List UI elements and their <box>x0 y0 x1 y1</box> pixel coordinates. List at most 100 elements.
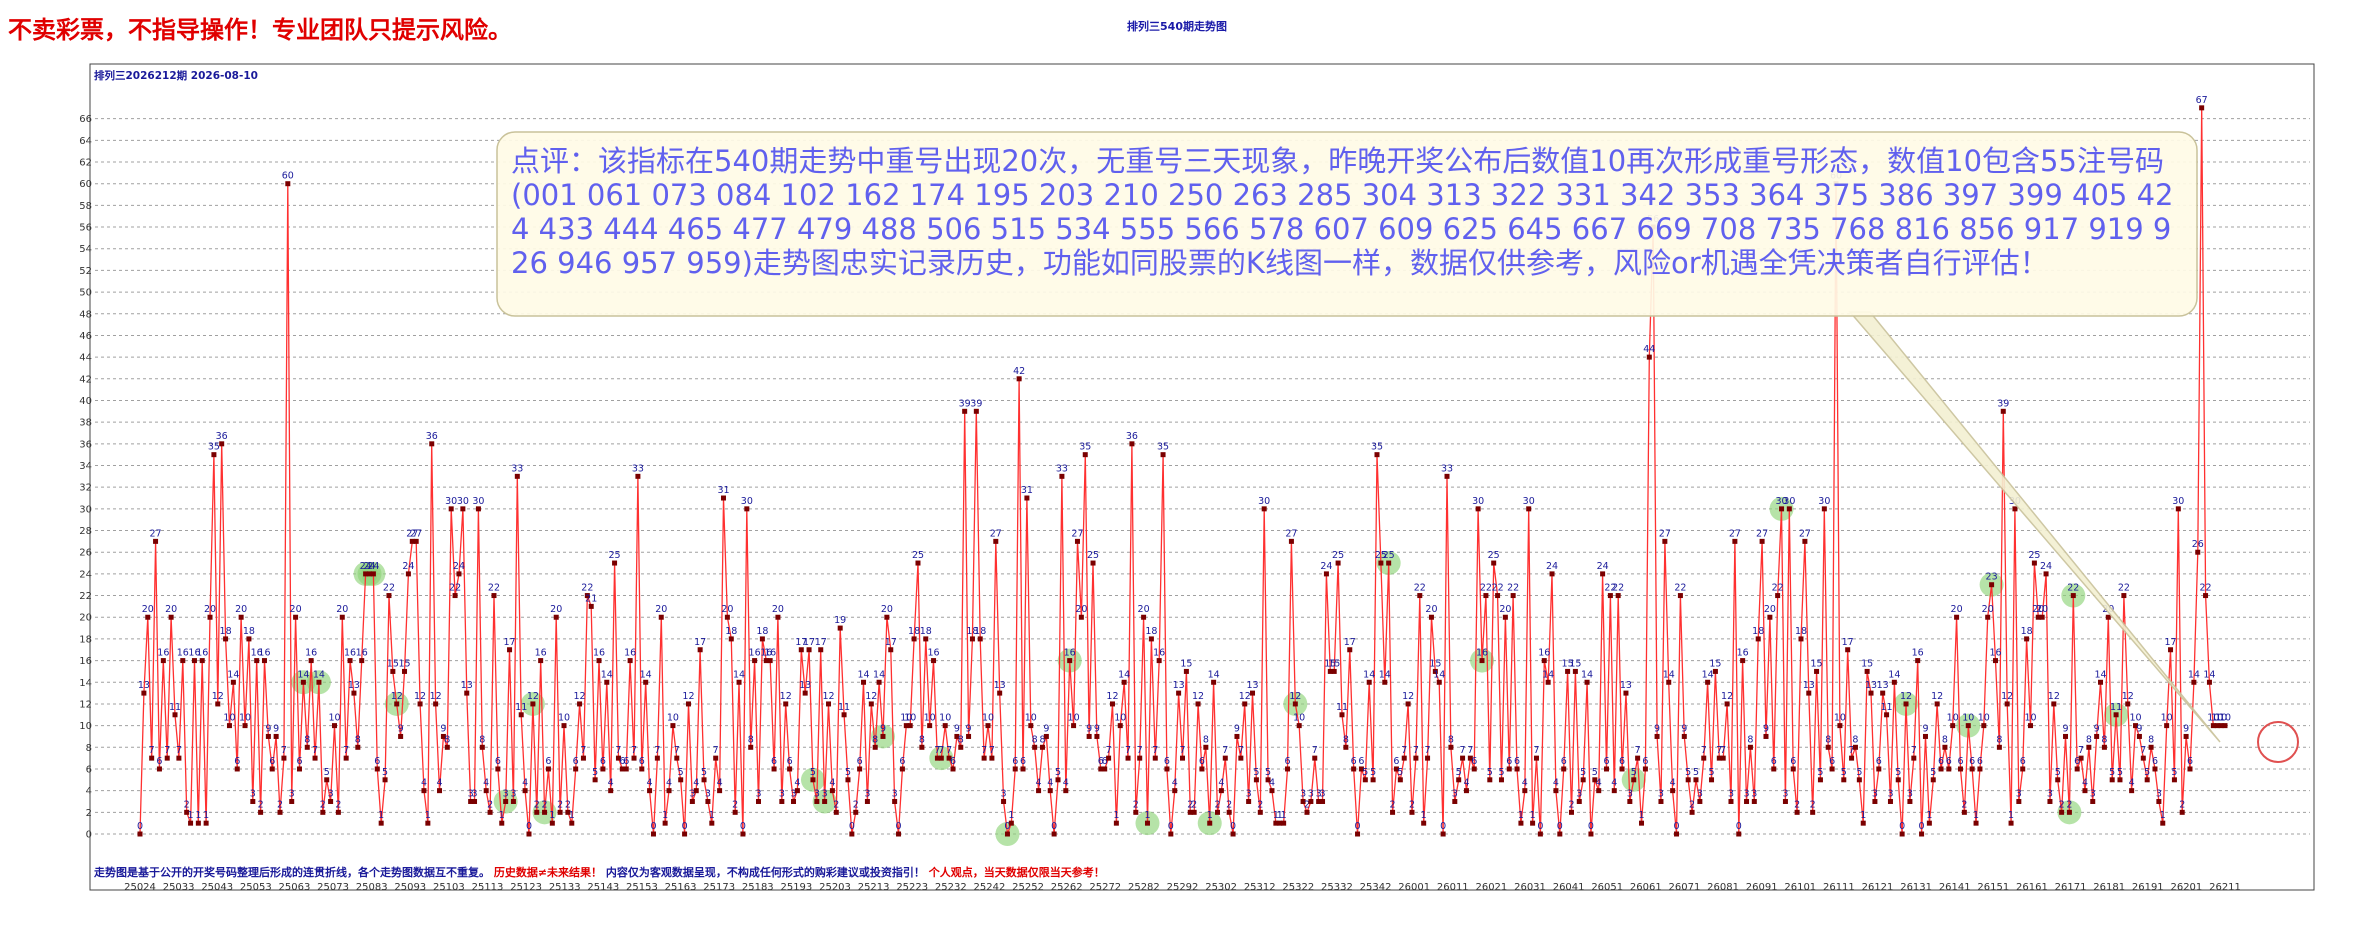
data-point <box>269 766 275 772</box>
data-point <box>390 668 396 674</box>
data-point <box>685 701 691 707</box>
data-point <box>1568 809 1574 815</box>
data-point <box>1039 744 1045 750</box>
data-label: 3 <box>1300 788 1306 799</box>
data-label: 3 <box>250 788 256 799</box>
data-label: 16 <box>177 648 189 659</box>
data-point <box>1810 809 1816 815</box>
data-label: 2 <box>833 799 839 810</box>
data-label: 30 <box>457 496 469 507</box>
data-label: 10 <box>1068 713 1080 724</box>
data-point <box>1755 636 1761 642</box>
data-point <box>662 820 668 826</box>
data-label: 8 <box>1343 734 1349 745</box>
data-label: 6 <box>1977 756 1983 767</box>
data-point <box>927 723 933 729</box>
data-point <box>720 495 726 501</box>
x-tick-label: 25302 <box>1205 882 1237 893</box>
data-label: 22 <box>449 583 461 594</box>
data-point <box>246 636 252 642</box>
data-point <box>1148 636 1154 642</box>
data-label: 2 <box>1214 799 1220 810</box>
data-label: 13 <box>1877 680 1889 691</box>
data-label: 4 <box>1047 778 1053 789</box>
data-point <box>2136 733 2142 739</box>
data-label: 6 <box>600 756 606 767</box>
data-label: 0 <box>740 821 746 832</box>
data-point <box>2105 614 2111 620</box>
data-point <box>156 766 162 772</box>
data-point <box>343 755 349 761</box>
data-label: 10 <box>939 713 951 724</box>
data-point <box>242 723 248 729</box>
data-label: 0 <box>526 821 532 832</box>
data-point <box>1498 777 1504 783</box>
data-point <box>841 712 847 718</box>
data-point <box>1351 766 1357 772</box>
data-label: 15 <box>1861 658 1873 669</box>
data-point <box>1907 798 1913 804</box>
data-point <box>1506 766 1512 772</box>
data-label: 13 <box>461 680 473 691</box>
data-point <box>1281 820 1287 826</box>
data-point <box>853 809 859 815</box>
data-label: 23 <box>1986 572 1998 583</box>
data-label: 7 <box>631 745 637 756</box>
data-point <box>1133 809 1139 815</box>
data-point <box>1736 831 1742 837</box>
data-label: 8 <box>304 734 310 745</box>
y-tick-label: 8 <box>86 743 92 754</box>
data-point <box>1292 701 1298 707</box>
data-point <box>522 788 528 794</box>
data-point <box>1868 690 1874 696</box>
data-label: 8 <box>919 734 925 745</box>
x-tick-label: 25143 <box>587 882 619 893</box>
data-label: 12 <box>682 691 694 702</box>
data-label: 4 <box>2082 778 2088 789</box>
data-label: 20 <box>1075 604 1087 615</box>
data-point <box>530 701 536 707</box>
y-tick-label: 42 <box>79 374 92 385</box>
data-point <box>2175 506 2181 512</box>
data-label: 6 <box>1506 756 1512 767</box>
data-point <box>160 658 166 664</box>
data-point <box>2074 766 2080 772</box>
data-label: 35 <box>1079 442 1091 453</box>
data-label: 22 <box>1674 583 1686 594</box>
y-tick-label: 38 <box>79 418 92 429</box>
data-point <box>612 560 618 566</box>
data-point <box>931 658 937 664</box>
data-label: 7 <box>1911 745 1917 756</box>
data-label: 6 <box>1514 756 1520 767</box>
data-point <box>1891 679 1897 685</box>
data-point <box>557 809 563 815</box>
data-point <box>1440 831 1446 837</box>
data-point <box>2187 766 2193 772</box>
data-label: 14 <box>1379 669 1391 680</box>
data-point <box>2063 733 2069 739</box>
data-label: 15 <box>1709 658 1721 669</box>
data-point <box>421 788 427 794</box>
y-tick-label: 20 <box>79 613 92 624</box>
y-tick-label: 44 <box>79 353 92 364</box>
data-label: 0 <box>896 821 902 832</box>
data-point <box>2121 593 2127 599</box>
y-tick-label: 12 <box>79 699 92 710</box>
x-tick-label: 26131 <box>1900 882 1932 893</box>
data-point <box>1946 766 1952 772</box>
data-label: 5 <box>810 767 816 778</box>
data-label: 5 <box>382 767 388 778</box>
data-label: 1 <box>2160 810 2166 821</box>
x-tick-label: 26111 <box>1823 882 1855 893</box>
data-point <box>748 744 754 750</box>
x-tick-label: 26161 <box>2016 882 2048 893</box>
data-label: 0 <box>1537 821 1543 832</box>
data-point <box>312 755 318 761</box>
data-point <box>826 701 832 707</box>
data-point <box>1487 777 1493 783</box>
data-label: 1 <box>203 810 209 821</box>
footer-note: 走势图是基于公开的开奖号码整理后形成的连贯折线，各个走势图数据互不重复。 历史数… <box>94 864 1105 880</box>
data-label: 25 <box>912 550 924 561</box>
data-label: 15 <box>387 658 399 669</box>
data-label: 9 <box>1654 723 1660 734</box>
